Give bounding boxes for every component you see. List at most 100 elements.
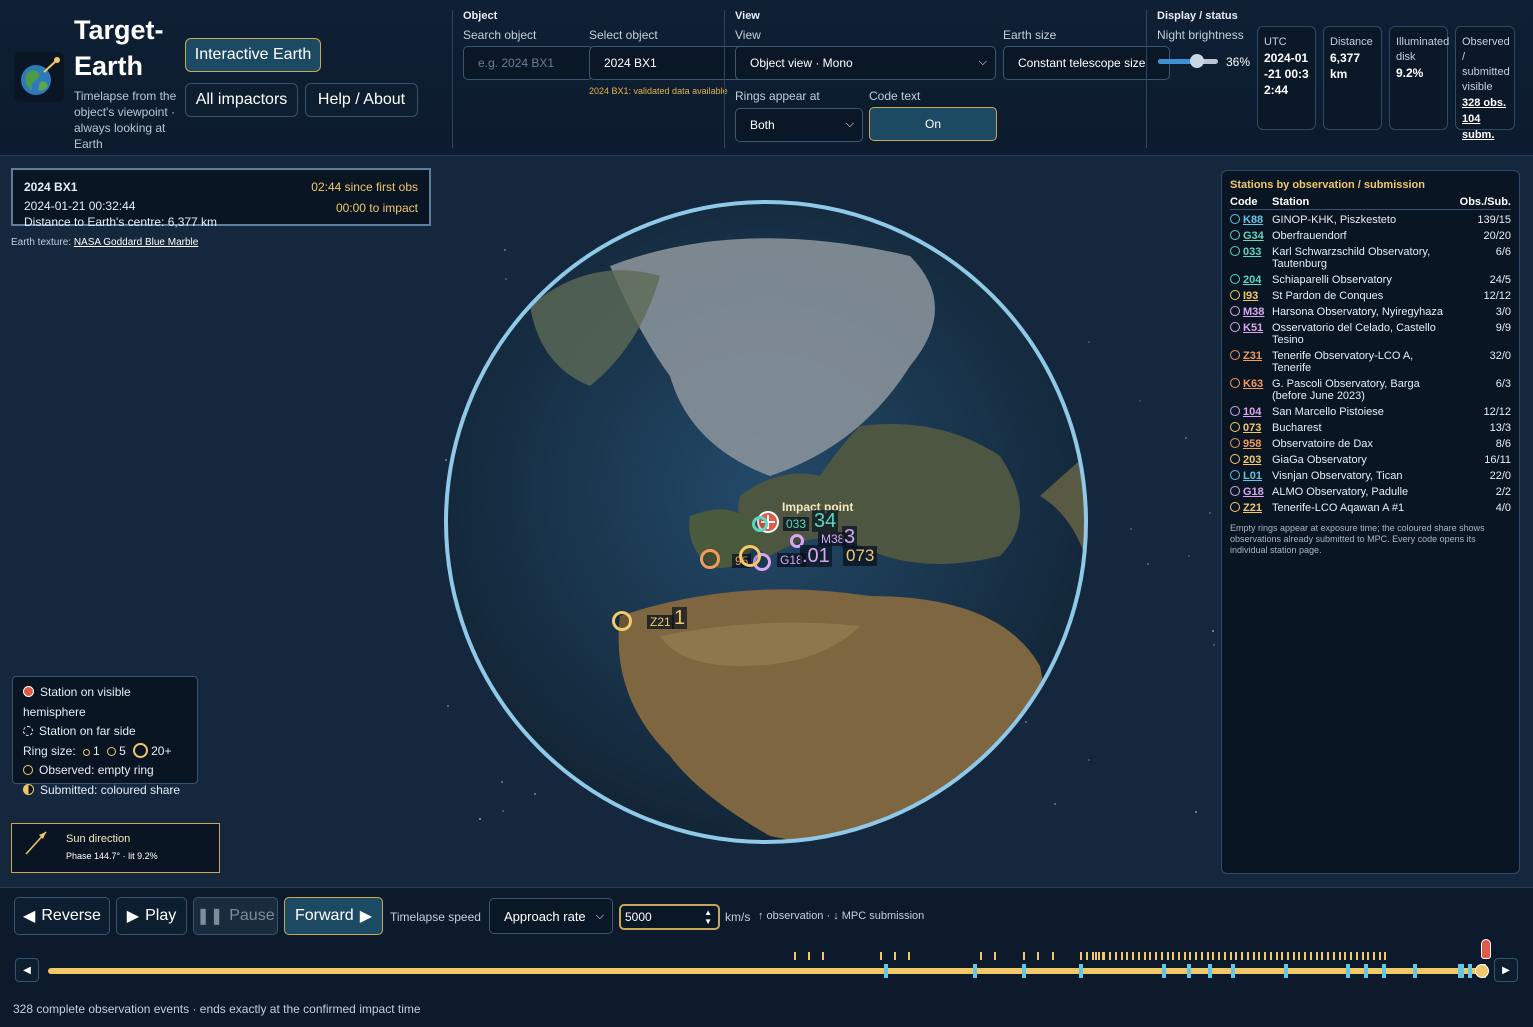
station-code-link[interactable]: K88: [1243, 214, 1263, 226]
sun-arrow-icon: [25, 831, 47, 855]
station-marker-ring[interactable]: [700, 549, 720, 569]
station-code-link[interactable]: Z21: [1243, 502, 1262, 514]
reverse-button[interactable]: ◀ Reverse: [14, 897, 110, 935]
stepper-icon[interactable]: ▲ ▼: [704, 908, 712, 926]
station-obs: 9/9: [1495, 322, 1511, 334]
texture-credit: Earth texture: NASA Goddard Blue Marble: [11, 237, 198, 248]
speed-mode-select[interactable]: Approach rate ⌵: [489, 898, 613, 934]
station-row[interactable]: K63 G. Pascoli Observatory, Barga (before…: [1230, 374, 1511, 402]
station-code-link[interactable]: K63: [1243, 378, 1263, 390]
search-object-label: Search object: [463, 28, 537, 42]
help-about-button[interactable]: Help / About: [305, 83, 418, 117]
station-marker-ring[interactable]: [752, 516, 768, 532]
observation-tick: [1132, 952, 1135, 960]
code-text-toggle[interactable]: On: [869, 107, 997, 141]
observed-subm[interactable]: 104 subm.: [1462, 111, 1508, 143]
station-row[interactable]: K51 Osservatorio del Celado, Castello Tes…: [1230, 318, 1511, 346]
divider: [452, 10, 453, 148]
observation-tick: [1037, 952, 1040, 960]
station-row[interactable]: L01 Visnjan Observatory, Tican 22/0: [1230, 466, 1511, 482]
station-code-link[interactable]: 104: [1243, 406, 1261, 418]
infobox-to-impact: 00:00 to impact: [335, 201, 418, 215]
forward-button[interactable]: Forward ▶: [284, 897, 383, 935]
earth-size-select[interactable]: Constant telescope size: [1003, 46, 1170, 80]
station-code-link[interactable]: L01: [1243, 470, 1262, 482]
all-impactors-button[interactable]: All impactors: [185, 83, 298, 117]
illuminated-box: Illuminated disk 9.2%: [1389, 26, 1449, 130]
globe-view[interactable]: 2024 BX1 2024-01-21 00:32:44 Distance to…: [0, 156, 1533, 887]
station-row[interactable]: 204 Schiaparelli Observatory 24/5: [1230, 270, 1511, 286]
station-code-cell[interactable]: 033: [1230, 242, 1272, 270]
station-code-cell[interactable]: M38: [1230, 302, 1272, 318]
station-marker-ring[interactable]: [612, 611, 632, 631]
station-code-cell[interactable]: K88: [1230, 210, 1272, 226]
legend-visible: Station on visible hemisphere: [23, 685, 131, 719]
rings-select-value: Both: [750, 118, 775, 132]
observation-tick: [1246, 952, 1249, 960]
station-code-cell[interactable]: 104: [1230, 402, 1272, 418]
station-code-cell[interactable]: G18: [1230, 482, 1272, 498]
station-code-link[interactable]: 958: [1243, 438, 1261, 450]
timeline-next-button[interactable]: ▶: [1494, 958, 1518, 982]
station-row[interactable]: Z21 Tenerife-LCO Aqawan A #1 4/0: [1230, 498, 1511, 514]
station-row[interactable]: 033 Karl Schwarzschild Observatory, Taute…: [1230, 242, 1511, 270]
station-name: Visnjan Observatory, Tican: [1272, 470, 1403, 482]
station-code-link[interactable]: I93: [1243, 290, 1258, 302]
station-code-cell[interactable]: Z31: [1230, 346, 1272, 374]
station-row[interactable]: Z31 Tenerife Observatory-LCO A, Tenerife 3…: [1230, 346, 1511, 374]
rings-select[interactable]: Both ⌵: [735, 108, 863, 142]
station-code-cell[interactable]: 204: [1230, 270, 1272, 286]
display-section-title: Display / status: [1157, 10, 1238, 22]
station-row[interactable]: G18 ALMO Observatory, Padulle 2/2: [1230, 482, 1511, 498]
station-code-link[interactable]: M38: [1243, 306, 1264, 318]
station-code-link[interactable]: 033: [1243, 246, 1261, 258]
observation-tick: [1218, 952, 1221, 960]
station-code-cell[interactable]: 958: [1230, 434, 1272, 450]
speed-value-input[interactable]: 5000 ▲ ▼: [619, 904, 720, 930]
pause-button[interactable]: ❚❚ Pause: [193, 897, 278, 935]
night-brightness-slider[interactable]: [1158, 54, 1218, 68]
station-row[interactable]: 073 Bucharest 13/3: [1230, 418, 1511, 434]
timeline-track[interactable]: [48, 939, 1491, 978]
station-row[interactable]: M38 Harsona Observatory, Nyiregyhaza 3/0: [1230, 302, 1511, 318]
station-row[interactable]: 958 Observatoire de Dax 8/6: [1230, 434, 1511, 450]
select-object-dropdown[interactable]: 2024 BX1: [589, 46, 749, 80]
search-object-input[interactable]: e.g. 2024 BX1: [463, 46, 593, 80]
station-obs: 6/3: [1495, 378, 1511, 390]
station-code-cell[interactable]: G34: [1230, 226, 1272, 242]
station-code-link[interactable]: G18: [1243, 486, 1264, 498]
legend-far: Station on far side: [23, 722, 187, 742]
station-code-link[interactable]: G34: [1243, 230, 1264, 242]
station-code-cell[interactable]: 203: [1230, 450, 1272, 466]
texture-link[interactable]: NASA Goddard Blue Marble: [74, 237, 199, 248]
station-code-cell[interactable]: Z21: [1230, 498, 1272, 514]
station-ring-icon: [1230, 438, 1240, 448]
station-code-cell[interactable]: K63: [1230, 374, 1272, 402]
slider-handle[interactable]: [1190, 54, 1204, 68]
red-dot-icon: [23, 686, 34, 697]
view-select[interactable]: Object view · Mono ⌵: [735, 46, 996, 80]
station-code-link[interactable]: 073: [1243, 422, 1261, 434]
timeline-prev-button[interactable]: ◀: [15, 958, 39, 982]
station-row[interactable]: 203 GiaGa Observatory 16/11: [1230, 450, 1511, 466]
station-code-cell[interactable]: 073: [1230, 418, 1272, 434]
timeline-handle[interactable]: [1475, 964, 1489, 978]
station-code-link[interactable]: Z31: [1243, 350, 1262, 362]
interactive-earth-button[interactable]: Interactive Earth: [185, 38, 321, 72]
observed-obs[interactable]: 328 obs.: [1462, 95, 1508, 111]
station-row[interactable]: I93 St Pardon de Conques 12/12: [1230, 286, 1511, 302]
station-row[interactable]: 104 San Marcello Pistoiese 12/12: [1230, 402, 1511, 418]
station-code-link[interactable]: 204: [1243, 274, 1261, 286]
observation-tick: [1155, 952, 1158, 960]
station-code-link[interactable]: K51: [1243, 322, 1263, 334]
station-code-cell[interactable]: K51: [1230, 318, 1272, 346]
station-marker-ring[interactable]: [739, 545, 761, 567]
play-button[interactable]: ▶ Play: [116, 897, 187, 935]
station-code-link[interactable]: 203: [1243, 454, 1261, 466]
station-code-cell[interactable]: I93: [1230, 286, 1272, 302]
station-code-cell[interactable]: L01: [1230, 466, 1272, 482]
observation-tick: [1114, 952, 1117, 960]
station-row[interactable]: G34 Oberfrauendorf 20/20: [1230, 226, 1511, 242]
station-row[interactable]: K88 GINOP-KHK, Piszkesteto 139/15: [1230, 210, 1511, 226]
star: [1146, 563, 1149, 566]
